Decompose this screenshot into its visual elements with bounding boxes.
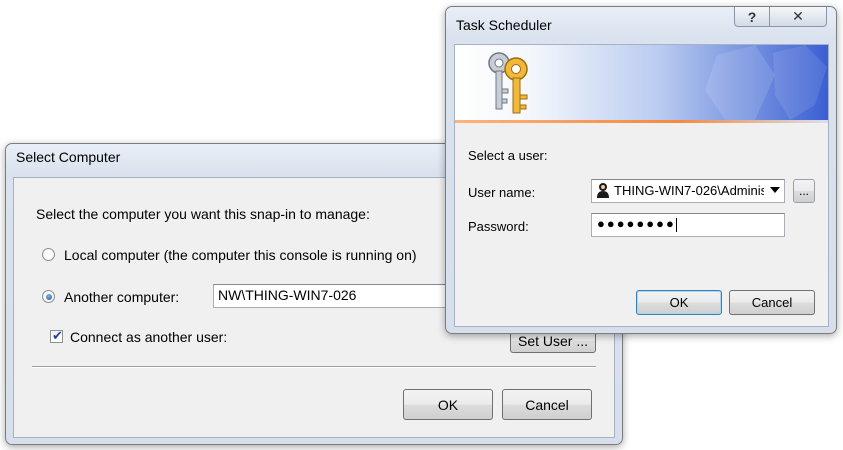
local-computer-label[interactable]: Local computer (the computer this consol… bbox=[64, 247, 417, 263]
chevron-down-icon[interactable] bbox=[770, 187, 780, 193]
text-caret bbox=[675, 217, 677, 232]
ts-cancel-button[interactable]: Cancel bbox=[729, 290, 815, 315]
task-scheduler-client: Select a user: User name: THING-WIN7-026… bbox=[454, 44, 829, 327]
password-mask: ●●●●●●●● bbox=[597, 216, 676, 231]
keys-icon bbox=[488, 52, 528, 114]
browse-user-button[interactable]: ... bbox=[793, 179, 815, 203]
help-icon: ? bbox=[747, 8, 757, 25]
ts-ok-button[interactable]: OK bbox=[636, 290, 722, 315]
help-button[interactable]: ? bbox=[734, 7, 770, 27]
close-icon: ✕ bbox=[792, 8, 804, 24]
task-scheduler-window: Task Scheduler ? ✕ Select a user: User n… bbox=[445, 6, 837, 334]
user-icon bbox=[597, 183, 609, 198]
select-user-label: Select a user: bbox=[468, 148, 548, 163]
close-button[interactable]: ✕ bbox=[769, 7, 827, 27]
password-input[interactable]: ●●●●●●●● bbox=[591, 213, 785, 237]
task-scheduler-title: Task Scheduler bbox=[456, 17, 552, 33]
username-value: THING-WIN7-026\Administrator bbox=[614, 183, 764, 198]
checkmark-icon: ✔ bbox=[52, 328, 63, 343]
computer-name-input[interactable]: NW\THING-WIN7-026 bbox=[213, 284, 453, 308]
instruction-label: Select the computer you want this snap-i… bbox=[36, 206, 370, 222]
banner bbox=[455, 45, 828, 120]
ok-button[interactable]: OK bbox=[403, 389, 493, 420]
username-combo[interactable]: THING-WIN7-026\Administrator bbox=[591, 179, 785, 203]
username-label: User name: bbox=[468, 185, 536, 200]
cancel-button[interactable]: Cancel bbox=[502, 389, 592, 420]
select-computer-title: Select Computer bbox=[16, 149, 121, 165]
connect-as-checkbox[interactable]: ✔ bbox=[50, 328, 63, 343]
password-label: Password: bbox=[468, 219, 529, 234]
connect-as-label[interactable]: Connect as another user: bbox=[70, 329, 227, 345]
local-computer-radio[interactable] bbox=[42, 248, 55, 261]
another-computer-label[interactable]: Another computer: bbox=[64, 289, 179, 305]
another-computer-radio[interactable] bbox=[42, 290, 55, 303]
credentials-panel: Select a user: User name: THING-WIN7-026… bbox=[455, 123, 828, 326]
separator bbox=[32, 366, 596, 368]
